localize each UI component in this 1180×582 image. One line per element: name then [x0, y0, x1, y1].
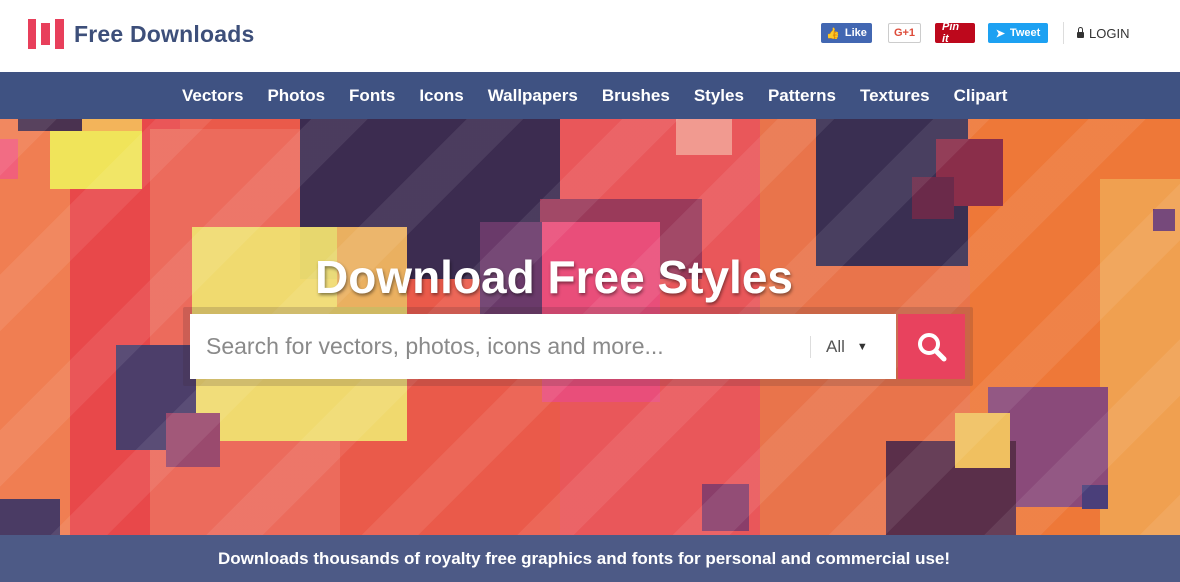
header-divider [1063, 22, 1064, 44]
nav-item-patterns[interactable]: Patterns [756, 86, 848, 106]
nav-item-icons[interactable]: Icons [407, 86, 475, 106]
nav-item-wallpapers[interactable]: Wallpapers [476, 86, 590, 106]
google-plus-label: G+1 [893, 27, 916, 39]
nav-item-photos[interactable]: Photos [255, 86, 337, 106]
search-input[interactable] [190, 315, 810, 378]
login-label: LOGIN [1089, 26, 1130, 41]
header: Free Downloads 👍 Like G+1 Pin it ➤ Tweet… [0, 0, 1180, 72]
category-select-value: All [826, 336, 845, 356]
main-nav: Vectors Photos Fonts Icons Wallpapers Br… [0, 72, 1180, 119]
hero-title: Download Free Styles [314, 251, 793, 303]
nav-item-textures[interactable]: Textures [848, 86, 942, 106]
nav-item-vectors[interactable]: Vectors [170, 86, 255, 106]
search-icon [917, 332, 946, 361]
social-buttons: 👍 Like G+1 Pin it ➤ Tweet [821, 21, 1048, 45]
dropdown-arrow-icon: ▼ [856, 340, 868, 353]
login-link[interactable]: LOGIN [1077, 26, 1129, 41]
tagline-text: Downloads thousands of royalty free grap… [217, 548, 951, 568]
search-button[interactable] [898, 314, 965, 379]
logo-icon [28, 19, 64, 49]
logo-text: Free Downloads [74, 20, 255, 47]
tweet-label: Tweet [1009, 27, 1041, 39]
lock-icon [1077, 27, 1084, 38]
pinterest-label: Pin it [942, 21, 960, 45]
nav-item-clipart[interactable]: Clipart [942, 86, 1020, 106]
tweet-button[interactable]: ➤ Tweet [988, 23, 1048, 43]
facebook-like-label: Like [844, 27, 867, 39]
category-select[interactable]: All ▼ [810, 335, 896, 358]
tagline-bar: Downloads thousands of royalty free grap… [0, 535, 1180, 582]
search-bar: All ▼ [190, 314, 896, 379]
nav-item-styles[interactable]: Styles [682, 86, 756, 106]
google-plus-button[interactable]: G+1 [888, 23, 921, 43]
nav-item-brushes[interactable]: Brushes [590, 86, 682, 106]
facebook-like-button[interactable]: 👍 Like [821, 23, 872, 43]
site-logo[interactable]: Free Downloads [28, 18, 254, 50]
twitter-bird-icon: ➤ [995, 27, 1005, 40]
pinterest-button[interactable]: Pin it [935, 21, 975, 45]
facebook-icon: 👍 [826, 27, 840, 40]
nav-item-fonts[interactable]: Fonts [337, 86, 407, 106]
